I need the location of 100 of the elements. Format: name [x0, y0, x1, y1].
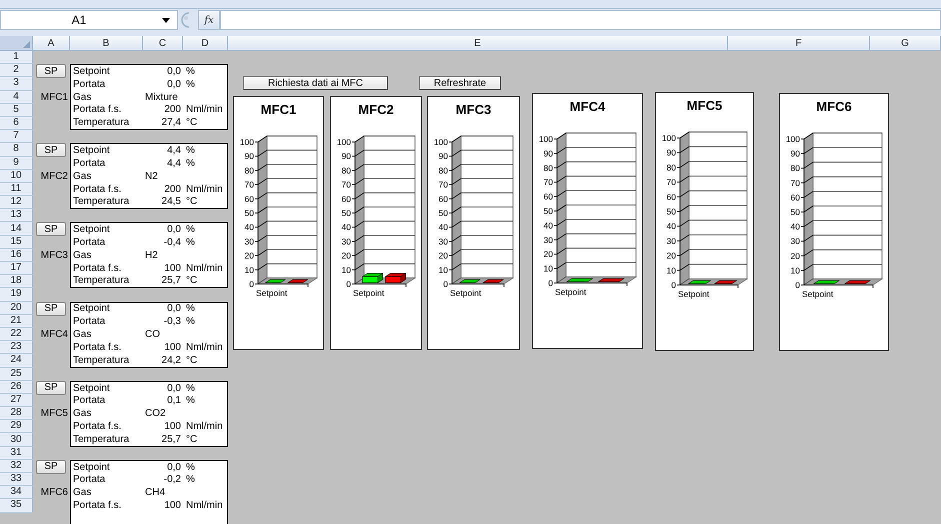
field-label: Portata f.s.	[72, 184, 122, 195]
row-header[interactable]: 9	[0, 156, 33, 170]
row-header[interactable]: 14	[0, 222, 33, 236]
axis-label: 90	[438, 151, 448, 162]
row-header[interactable]: 12	[0, 196, 33, 210]
sp-button[interactable]: SP	[36, 64, 66, 78]
row-header[interactable]: 19	[0, 288, 33, 302]
field-value: 4,4	[166, 158, 182, 169]
field-unit: %	[185, 382, 195, 394]
form-button[interactable]: Richiesta dati ai MFC	[243, 76, 388, 90]
row-header[interactable]: 16	[0, 248, 33, 262]
axis-label: 0	[443, 279, 448, 289]
row-header[interactable]: 10	[0, 170, 33, 183]
axis-label: Setpoint	[802, 289, 834, 299]
axis-label: 100	[662, 133, 676, 143]
field-value: 0,0	[166, 224, 182, 236]
axis-label: Setpoint	[555, 287, 586, 297]
function-button[interactable]: fx	[198, 10, 220, 30]
row-header[interactable]: 5	[0, 104, 33, 117]
row-header[interactable]: 35	[0, 499, 33, 513]
axis-label: 50	[544, 206, 553, 216]
row-header[interactable]: 29	[0, 420, 33, 434]
row-header[interactable]: 1	[0, 51, 33, 64]
field-label: Setpoint	[72, 382, 111, 394]
field-label: Setpoint	[72, 66, 111, 78]
axis-label: 60	[790, 192, 800, 202]
axis-label: 100	[434, 137, 448, 147]
row-header[interactable]: 33	[0, 473, 33, 486]
axis-label: 30	[438, 236, 448, 246]
field-label: Temperatura	[72, 196, 130, 208]
form-button[interactable]: Refreshrate	[419, 76, 501, 90]
field-unit: %	[185, 224, 195, 236]
field-label: Gas	[72, 250, 92, 261]
field-label: Portata f.s.	[72, 262, 122, 274]
row-header[interactable]: 17	[0, 262, 33, 276]
sp-button[interactable]: SP	[36, 143, 66, 158]
field-value: -0,4	[162, 237, 182, 248]
row-header[interactable]: 7	[0, 130, 33, 144]
axis-label: 70	[438, 180, 448, 190]
axis-label: 50	[342, 208, 351, 218]
field-value: CO2	[144, 408, 167, 420]
row-header[interactable]: 8	[0, 143, 33, 156]
axis-label: 80	[244, 165, 254, 176]
row-header[interactable]: 4	[0, 90, 33, 104]
column-header[interactable]: C	[143, 36, 183, 51]
dropdown-caret-icon[interactable]	[162, 18, 170, 22]
device-label: MFC4	[40, 329, 69, 340]
formula-field[interactable]	[220, 10, 941, 30]
column-header[interactable]: E	[228, 36, 728, 51]
column-header[interactable]: A	[33, 36, 70, 51]
field-unit: Nml/min	[185, 420, 223, 432]
row-header[interactable]: 15	[0, 236, 33, 249]
axis-label: 80	[438, 165, 448, 176]
row-header[interactable]: 31	[0, 446, 33, 460]
row-header[interactable]: 23	[0, 341, 33, 354]
column-header[interactable]: G	[870, 36, 941, 51]
axis-label: 10	[666, 265, 676, 276]
sp-button[interactable]: SP	[36, 302, 66, 316]
row-header[interactable]: 30	[0, 433, 33, 447]
axis-label: 20	[790, 250, 800, 261]
field-value: 0,0	[166, 66, 182, 78]
axis-label: 40	[342, 222, 351, 232]
field-value: 100	[163, 420, 182, 432]
row-header[interactable]: 28	[0, 407, 33, 420]
row-header[interactable]: 20	[0, 302, 33, 315]
sp-button[interactable]: SP	[36, 460, 66, 474]
row-header[interactable]: 2	[0, 64, 33, 78]
row-header[interactable]: 22	[0, 328, 33, 342]
field-unit: °C	[185, 354, 198, 366]
select-all-button[interactable]	[0, 36, 33, 51]
sp-button[interactable]: SP	[36, 380, 66, 395]
column-header[interactable]: B	[70, 36, 143, 51]
row-header[interactable]: 32	[0, 460, 33, 473]
field-unit: °C	[185, 196, 198, 208]
axis-label: 60	[438, 194, 448, 204]
column-header[interactable]: D	[183, 36, 228, 51]
chart-title: MFC1	[260, 102, 296, 118]
row-header[interactable]: 11	[0, 182, 33, 196]
field-unit: Nml/min	[185, 342, 223, 353]
axis-label: 50	[438, 208, 448, 218]
row-header[interactable]: 6	[0, 116, 33, 130]
column-header[interactable]: F	[728, 36, 870, 51]
name-box[interactable]: A1	[0, 10, 178, 30]
triangle-icon	[23, 41, 30, 48]
row-header[interactable]: 26	[0, 380, 33, 394]
row-header[interactable]: 18	[0, 275, 33, 288]
field-value: 100	[163, 342, 182, 353]
row-header[interactable]: 24	[0, 354, 33, 368]
row-header[interactable]: 3	[0, 77, 33, 91]
sp-button[interactable]: SP	[36, 222, 66, 236]
row-header[interactable]: 25	[0, 368, 33, 381]
row-header[interactable]: 21	[0, 314, 33, 328]
axis-label: Setpoint	[450, 288, 482, 298]
field-value: 25,7	[160, 275, 182, 286]
axis-label: 10	[790, 265, 800, 276]
row-header[interactable]: 13	[0, 209, 33, 222]
chart-title: MFC3	[456, 102, 492, 118]
row-header[interactable]: 27	[0, 394, 33, 408]
row-header[interactable]: 34	[0, 486, 33, 500]
field-unit: %	[185, 395, 195, 406]
